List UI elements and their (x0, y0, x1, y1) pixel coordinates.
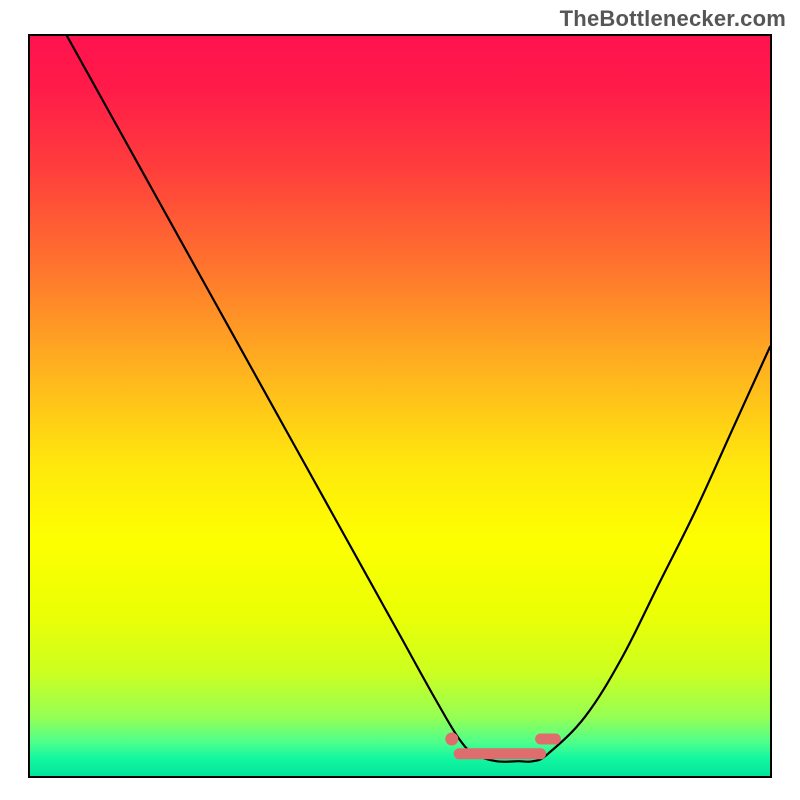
chart-curve-layer (30, 36, 770, 776)
optimal-range-left-dot (445, 733, 458, 746)
bottleneck-curve (67, 36, 770, 762)
chart-frame (28, 34, 772, 778)
attribution-text: TheBottlenecker.com (560, 6, 786, 32)
